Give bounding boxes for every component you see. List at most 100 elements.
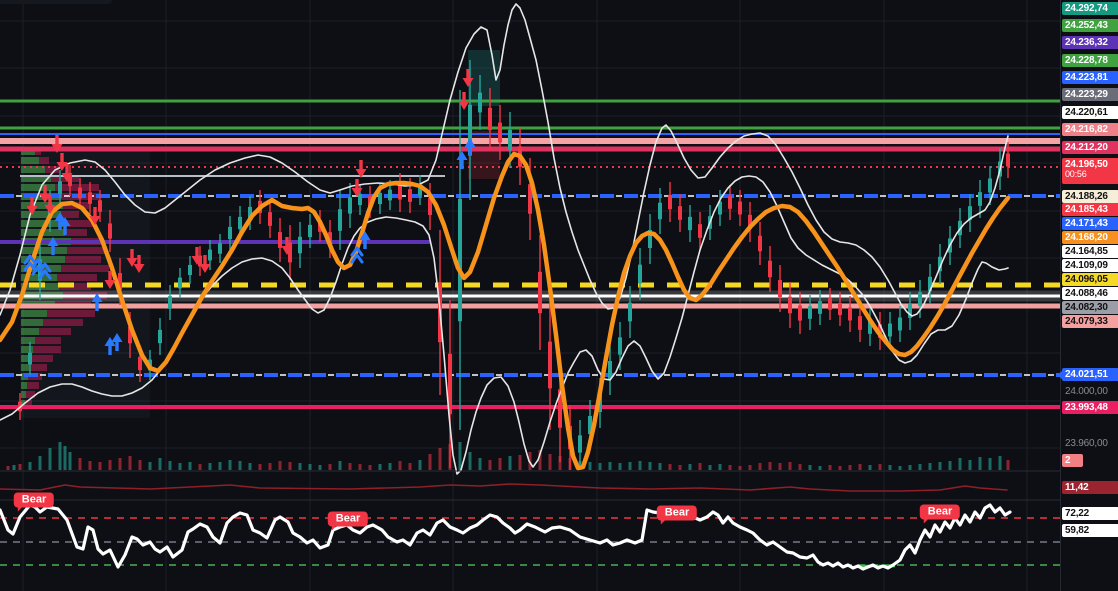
countdown-timer: 00:56 (1065, 169, 1118, 180)
volume-bar (519, 455, 522, 470)
volume-bar (299, 463, 302, 470)
current-price-label: 24.196,5000:56 (1062, 158, 1118, 184)
sell-arrow-icon (466, 69, 469, 79)
volume-bar (279, 461, 282, 470)
volume-profile-bar-sell (47, 310, 95, 317)
price-label: 2 (1062, 454, 1083, 467)
volume-bar (999, 456, 1002, 470)
volume-bar (799, 464, 802, 470)
volume-bar (469, 452, 472, 470)
volume-profile-bar-buy (21, 382, 27, 389)
volume-bar (429, 454, 432, 470)
sell-arrow-icon (55, 135, 58, 145)
sell-arrow-icon (65, 164, 68, 174)
volume-profile-bar-buy (21, 184, 55, 191)
volume-bar (679, 465, 682, 470)
price-label: 23.960,00 (1062, 437, 1118, 450)
volume-bar (849, 465, 852, 470)
sell-arrow-icon (285, 237, 288, 247)
volume-profile-bar-buy (21, 247, 67, 254)
volume-profile-bar-buy (21, 310, 47, 317)
volume-bar (989, 458, 992, 470)
price-label: 24.223,29 (1062, 88, 1118, 101)
volume-bar (979, 457, 982, 470)
volume-bar (119, 458, 122, 470)
volume-profile-bar-sell (57, 274, 97, 281)
price-label: 23.993,48 (1062, 401, 1118, 414)
price-label: 24.168,20 (1062, 231, 1118, 244)
price-label: 24.216,82 (1062, 123, 1118, 136)
volume-profile-bar-buy (21, 364, 29, 371)
volume-bar (229, 460, 232, 470)
sell-arrow-icon (60, 153, 63, 163)
volume-bar (139, 460, 142, 470)
volume-bar (49, 448, 52, 470)
volume-bar (39, 456, 42, 470)
sell-arrow-icon (108, 271, 111, 281)
sell-arrow-icon (195, 247, 198, 257)
volume-bar (189, 462, 192, 470)
volume-bar (509, 456, 512, 470)
volume-bar (669, 464, 672, 470)
buy-arrow-icon (51, 245, 54, 255)
legend-stub[interactable] (0, 0, 112, 4)
price-label: 72,22 (1062, 507, 1118, 520)
oscillator-line (0, 505, 1010, 569)
volume-bar (169, 461, 172, 470)
volume-bar (939, 462, 942, 470)
price-label: 24.096,05 (1062, 273, 1118, 286)
volume-profile-bar-buy (21, 346, 33, 353)
volume-profile-bar-sell (67, 220, 93, 227)
volume-bar (689, 464, 692, 470)
volume-bar (29, 462, 32, 470)
volume-bar (389, 463, 392, 470)
volume-bar (929, 463, 932, 470)
volume-bar (64, 446, 67, 470)
volume-bar (949, 461, 952, 470)
volume-bar (369, 465, 372, 470)
volume-profile-bar-sell (31, 355, 53, 362)
volume-bar (969, 460, 972, 470)
sell-arrow-icon (48, 196, 51, 206)
volume-bar (699, 463, 702, 470)
volume-profile-bar-buy (21, 319, 43, 326)
volume-profile-bar-sell (67, 247, 107, 254)
sell-arrow-icon (355, 179, 358, 189)
moving-average-line (0, 154, 1008, 468)
sell-arrow-icon (200, 264, 211, 273)
price-label: 24.000,00 (1062, 385, 1118, 398)
volume-bar (749, 465, 752, 470)
volume-bar (759, 463, 762, 470)
buy-arrow-icon (363, 239, 366, 249)
volume-profile-bar-sell (65, 229, 87, 236)
volume-profile-bar-sell (39, 157, 49, 164)
volume-bar (819, 466, 822, 470)
volume-bar (439, 448, 442, 470)
price-label: 59,82 (1062, 524, 1118, 537)
volume-bar (769, 462, 772, 470)
price-label: 24.109,09 (1062, 259, 1118, 272)
volume-bar (379, 464, 382, 470)
volume-bar (59, 442, 62, 470)
volume-bar (69, 452, 72, 470)
volume-profile-bar-buy (21, 157, 39, 164)
price-chart-svg[interactable] (0, 0, 1060, 591)
price-label: 24.236,32 (1062, 36, 1118, 49)
bear-signal-badge: Bear (657, 506, 697, 521)
volume-profile-bar-sell (29, 364, 47, 371)
volume-bar (609, 462, 612, 470)
price-label: 24.223,81 (1062, 71, 1118, 84)
volume-profile-bar-sell (27, 382, 39, 389)
price-axis[interactable]: 24.292,7424.252,4324.236,3224.228,7824.2… (1060, 0, 1118, 591)
volume-bar (839, 466, 842, 470)
price-label: 24.088,46 (1062, 287, 1118, 300)
bollinger-upper-band (0, 4, 1008, 316)
volume-bar (219, 462, 222, 470)
volume-bar (779, 463, 782, 470)
price-label: 24.252,43 (1062, 19, 1118, 32)
volume-bar (239, 461, 242, 470)
volume-bar (659, 463, 662, 470)
price-label: 24.212,20 (1062, 141, 1118, 154)
volume-bar (309, 464, 312, 470)
volume-bar (99, 462, 102, 470)
